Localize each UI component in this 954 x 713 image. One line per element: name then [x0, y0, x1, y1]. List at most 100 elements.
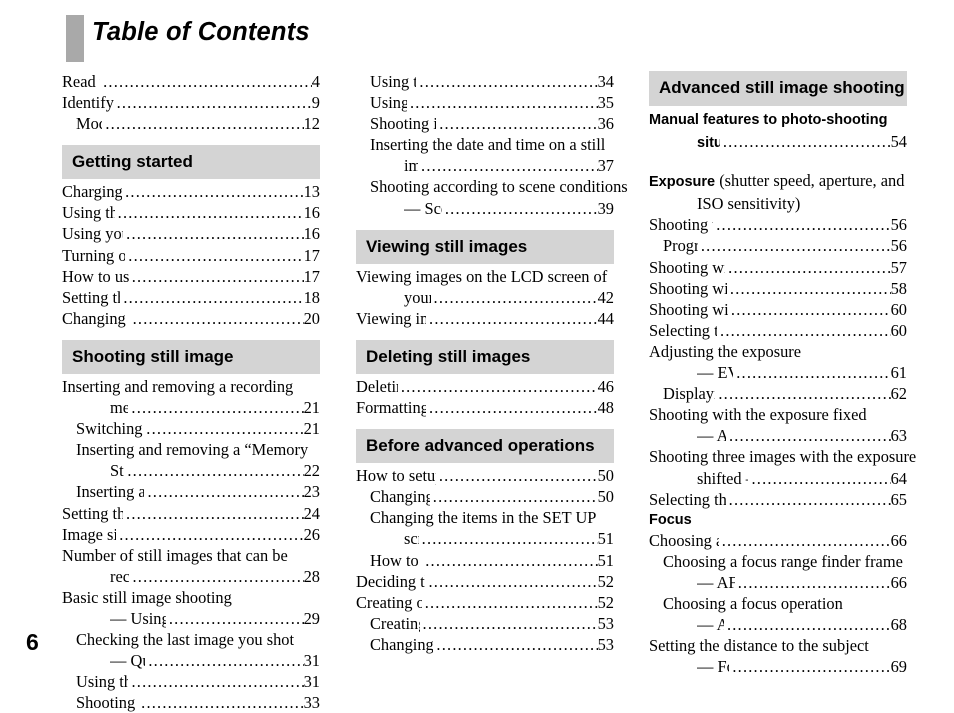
toc-entry[interactable]: Mode dial 12	[76, 113, 320, 134]
toc-entry[interactable]: — AE LOCK 63	[697, 425, 907, 446]
toc-entry[interactable]: Charging the battery pack 13	[62, 181, 320, 202]
toc-entry[interactable]: Changing the items in the SET UP	[370, 507, 614, 528]
toc-entry[interactable]: — AF Mode 68	[697, 614, 907, 635]
toc-entry[interactable]: Selecting the ISO sensitivity — ISO 65	[649, 489, 907, 510]
toc-entry[interactable]: Switching the recording medium 21	[76, 418, 320, 439]
toc-entry[interactable]: Displaying a histogram 62	[663, 383, 907, 404]
toc-entry[interactable]: Shooting according to scene conditions	[370, 176, 628, 197]
toc-entry[interactable]: Inserting the date and time on a still	[370, 134, 614, 155]
toc-entry[interactable]: Using the AC adaptor 16	[62, 202, 320, 223]
toc-entry[interactable]: Stick” 22	[110, 460, 320, 481]
toc-entry[interactable]: your camera 42	[404, 287, 614, 308]
toc-entry[interactable]: Changing the language setting 20	[62, 308, 320, 329]
toc-entry[interactable]: image 37	[404, 155, 614, 176]
toc-entry[interactable]: — AF range finder 66	[697, 572, 907, 593]
toc-entry[interactable]: How to use the jog dial 51	[370, 550, 614, 571]
toc-entry[interactable]: Creating a new folder 53	[370, 613, 614, 634]
toc-entry[interactable]: Inserting and removing a recording	[62, 376, 320, 397]
toc-dot-leader	[103, 71, 312, 92]
toc-entry[interactable]: Adjusting the exposure	[649, 341, 907, 362]
toc-entry[interactable]: — Focus preset 69	[697, 656, 907, 677]
toc-entry-label: image	[404, 156, 419, 176]
toc-entry-label: Read this first	[62, 72, 100, 91]
toc-entry[interactable]: Viewing images on a TV screen 44	[356, 308, 614, 329]
toc-entry[interactable]: Using the flash 35	[370, 92, 614, 113]
toc-entry[interactable]: Choosing a focus operation	[663, 593, 907, 614]
toc-entry[interactable]: situations 54	[697, 131, 907, 154]
toc-entry-page-number: 9	[311, 93, 320, 113]
toc-entry[interactable]: How to use the control button 17	[62, 266, 320, 287]
toc-entry[interactable]: — EV adjustment 61	[697, 362, 907, 383]
toc-dot-leader	[722, 530, 891, 551]
toc-entry[interactable]: Shooting three images with the exposure	[649, 446, 916, 467]
toc-dot-leader	[132, 566, 303, 587]
toc-entry[interactable]: Shooting with the exposure fixed	[649, 404, 907, 425]
toc-entry[interactable]: Using the self-timer 34	[370, 71, 614, 92]
toc-entry[interactable]: Manual features to photo-shooting	[649, 108, 907, 131]
toc-entry[interactable]: — Quick Review 31	[110, 650, 320, 671]
toc-entry-page-number: 61	[890, 363, 907, 383]
toc-entry-page-number: 23	[303, 482, 320, 502]
toc-entry-page-number: 48	[597, 398, 614, 418]
toc-entry-label: shifted — Exposure Bracket	[697, 468, 748, 488]
toc-entry[interactable]: ISO sensitivity)	[697, 193, 907, 214]
toc-entry[interactable]: shifted — Exposure Bracket 64	[697, 468, 907, 489]
toc-entry[interactable]: Selecting the metering method 60	[649, 320, 907, 341]
toc-entry-page-number: 35	[597, 93, 614, 113]
toc-entry[interactable]: Using your camera abroad 16	[62, 223, 320, 244]
toc-dot-leader	[428, 571, 597, 592]
toc-entry[interactable]: — Scene Selection 39	[404, 198, 614, 219]
toc-column-1: Read this first4Identifying the parts9Mo…	[62, 71, 320, 713]
toc-entry[interactable]: Shooting with shutter speed priority 57	[649, 257, 907, 278]
section-header-bar: Before advanced operations	[356, 429, 614, 464]
toc-entry[interactable]: Program Shift 56	[663, 235, 907, 256]
toc-entry-label: Inserting and removing a CF card	[76, 482, 145, 502]
toc-entry[interactable]: Changing the menu settings 50	[370, 486, 614, 507]
toc-entry-label: — Quick Review	[110, 651, 145, 671]
toc-entry-label: Stick”	[110, 461, 124, 481]
toc-entry[interactable]: Setting the date and time 18	[62, 287, 320, 308]
toc-entry[interactable]: Shooting images with the finder 36	[370, 113, 614, 134]
toc-entry[interactable]: Creating or selecting a folder 52	[356, 592, 614, 613]
toc-entry[interactable]: screen 51	[404, 528, 614, 549]
toc-entry[interactable]: Choosing an auto focus method 66	[649, 530, 907, 551]
toc-entry[interactable]: Image size and quality 26	[62, 524, 320, 545]
toc-entry-page-number: 62	[890, 384, 907, 404]
toc-entry-label: — EV adjustment	[697, 363, 733, 383]
toc-dot-leader	[425, 550, 597, 571]
toc-entry[interactable]: Viewing images on the LCD screen of	[356, 266, 614, 287]
toc-entry[interactable]: Setting the distance to the subject	[649, 635, 907, 656]
toc-entry[interactable]: Deleting images 46	[356, 376, 614, 397]
toc-entry[interactable]: Number of still images that can be	[62, 545, 320, 566]
toc-entry[interactable]: Shooting close-ups — Macro 33	[76, 692, 320, 713]
toc-dot-leader	[410, 92, 598, 113]
toc-entry-label: — AF Mode	[697, 615, 724, 635]
toc-entry[interactable]: Basic still image shooting	[62, 587, 320, 608]
toc-entry[interactable]: recorded 28	[110, 566, 320, 587]
toc-entry[interactable]: Choosing a focus range finder frame	[663, 551, 907, 572]
toc-entry[interactable]: Setting the still image size 24	[62, 503, 320, 524]
toc-entry[interactable]: Shooting with Program auto 56	[649, 214, 907, 235]
toc-entry[interactable]: Shooting with manual exposure mode 60	[649, 299, 907, 320]
toc-entry[interactable]: How to setup and operate your camera 50	[356, 465, 614, 486]
toc-dot-leader	[126, 503, 304, 524]
toc-entry[interactable]: Formatting a recording medium 48	[356, 397, 614, 418]
toc-entry[interactable]: medium 21	[110, 397, 320, 418]
toc-entry[interactable]: Changing the recording folder 53	[370, 634, 614, 655]
toc-entry[interactable]: Deciding the still image quality 52	[356, 571, 614, 592]
toc-entry-label: Setting the still image size	[62, 503, 124, 523]
toc-entry[interactable]: Shooting with aperture priority mode 58	[649, 278, 907, 299]
toc-dot-leader	[439, 113, 597, 134]
toc-entry[interactable]: Inserting and removing a “Memory	[76, 439, 320, 460]
toc-dot-leader	[439, 465, 598, 486]
toc-entry[interactable]: Using the zoom feature 31	[76, 671, 320, 692]
toc-entry[interactable]: Identifying the parts 9	[62, 92, 320, 113]
toc-entry[interactable]: Turning on/off your camera 17	[62, 245, 320, 266]
toc-dot-leader	[718, 383, 890, 404]
toc-entry[interactable]: Inserting and removing a CF card 23	[76, 481, 320, 502]
toc-entry[interactable]: — Using auto adjustment mode 29	[110, 608, 320, 629]
toc-entry[interactable]: Read this first 4	[62, 71, 320, 92]
toc-entry-page-number: 36	[597, 114, 614, 134]
toc-entry[interactable]: Checking the last image you shot	[76, 629, 320, 650]
toc-dot-leader	[118, 202, 304, 223]
